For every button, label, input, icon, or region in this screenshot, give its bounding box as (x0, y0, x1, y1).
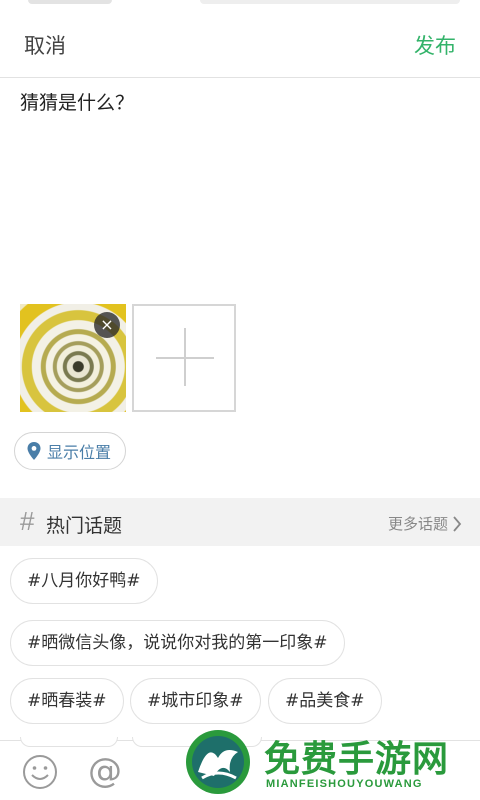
chevron-right-icon (453, 515, 462, 532)
show-location-button[interactable]: 显示位置 (14, 432, 127, 470)
topic-tag[interactable]: #晒春装# (10, 678, 124, 724)
more-topics-link[interactable]: 更多话题 (388, 513, 462, 534)
location-pin-icon (27, 442, 41, 460)
topic-tag[interactable]: #晒微信头像，说说你对我的第一印象# (10, 620, 345, 666)
photo-thumbnail[interactable]: × (20, 304, 126, 412)
watermark: 免费手游网 MIANFEISHOUYOUWANG (184, 726, 480, 800)
top-bar: 取消 发布 (0, 10, 480, 78)
hot-topics-header: # 热门话题 更多话题 (0, 498, 480, 546)
location-label: 显示位置 (47, 443, 112, 462)
watermark-title: 免费手游网 (264, 739, 450, 780)
hot-topics-title: 热门话题 (46, 515, 123, 537)
status-bar (0, 0, 480, 10)
watermark-logo (186, 730, 250, 794)
mention-button[interactable]: @ (88, 751, 122, 791)
topic-tag[interactable]: #城市印象# (130, 678, 261, 724)
remove-photo-button[interactable]: × (94, 312, 120, 338)
smiley-icon[interactable] (22, 754, 58, 790)
watermark-subtitle: MIANFEISHOUYOUWANG (266, 778, 423, 790)
cancel-button[interactable]: 取消 (24, 30, 66, 60)
publish-button[interactable]: 发布 (414, 30, 456, 60)
topic-tag[interactable]: #品美食# (268, 678, 382, 724)
topic-tag[interactable]: #八月你好鸭# (10, 558, 158, 604)
add-photo-button[interactable] (132, 304, 236, 412)
post-text-input[interactable]: 猜猜是什么？ (20, 90, 460, 270)
more-topics-label: 更多话题 (387, 515, 448, 533)
hash-icon: # (20, 506, 35, 536)
